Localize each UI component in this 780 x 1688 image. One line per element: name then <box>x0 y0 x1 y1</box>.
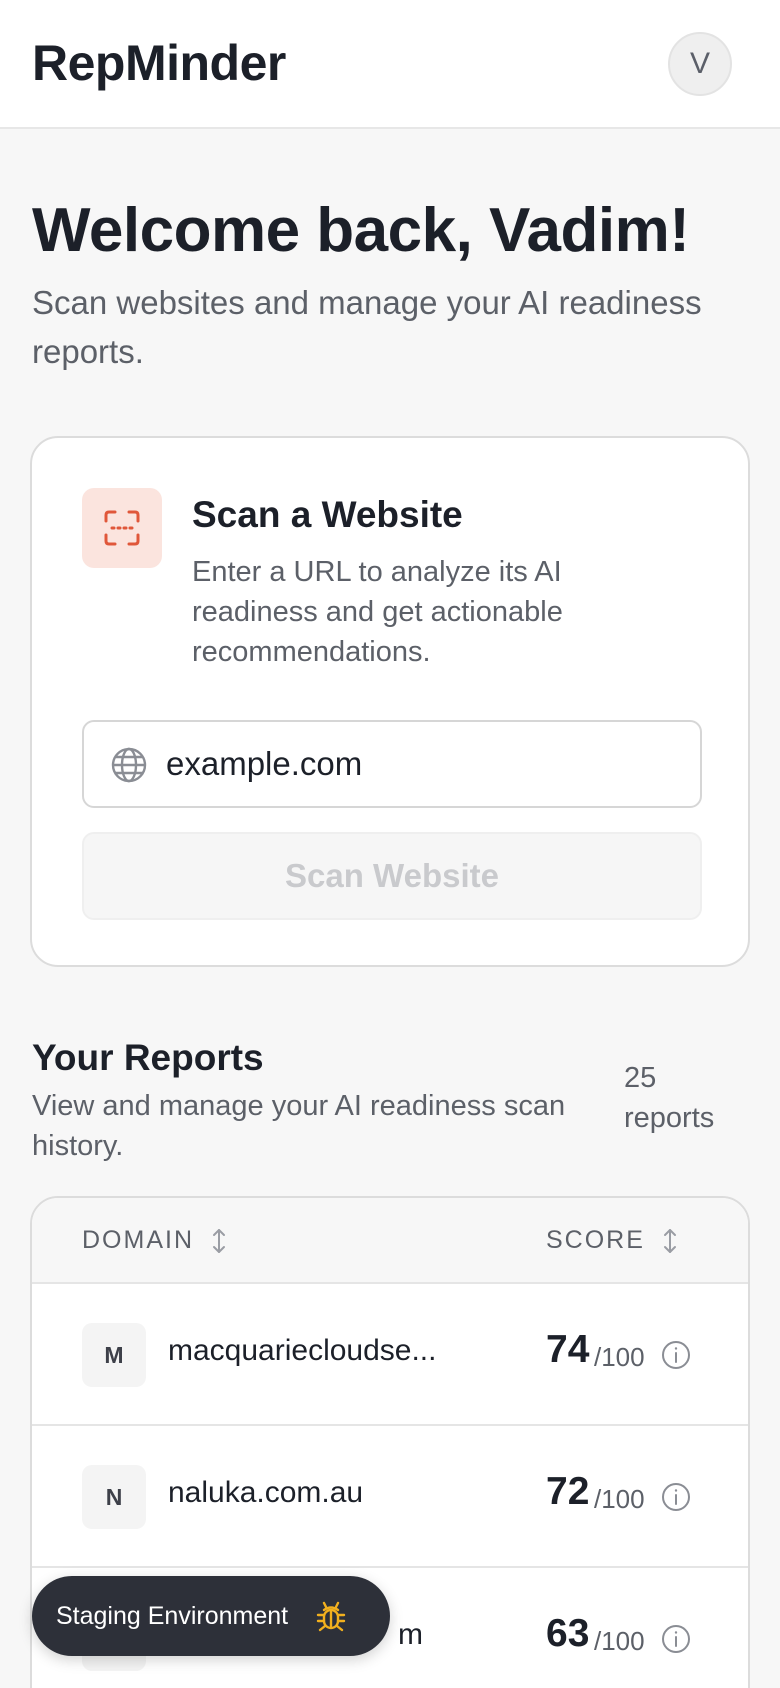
info-icon[interactable] <box>660 1481 692 1513</box>
column-header-domain-label: DOMAIN <box>82 1226 194 1254</box>
score-value: 72 <box>546 1470 590 1513</box>
app-logo[interactable]: RepMinder <box>32 34 286 92</box>
scan-frame-icon <box>104 510 140 546</box>
score-max: /100 <box>594 1484 645 1514</box>
scan-icon-badge <box>82 488 162 568</box>
top-bar: RepMinder V <box>0 0 780 129</box>
score-value: 74 <box>546 1328 590 1371</box>
staging-environment-label: Staging Environment <box>56 1601 289 1630</box>
sort-icon <box>213 1228 225 1253</box>
reports-count: 25 reports <box>624 1062 715 1134</box>
url-input[interactable] <box>166 724 686 804</box>
info-icon[interactable] <box>660 1623 692 1655</box>
domain-name[interactable]: naluka.com.au <box>168 1476 363 1510</box>
scan-card-description: Enter a URL to analyze its AI readiness … <box>192 556 563 668</box>
score-max: /100 <box>594 1342 645 1372</box>
domain-name[interactable]: macquariecloudse... <box>168 1334 436 1368</box>
domain-initial-badge: M <box>82 1323 146 1387</box>
column-header-score[interactable]: SCORE <box>546 1226 677 1255</box>
user-avatar[interactable]: V <box>668 32 732 96</box>
scan-card-title: Scan a Website <box>192 494 463 535</box>
score-max: /100 <box>594 1626 645 1656</box>
column-header-domain[interactable]: DOMAIN <box>82 1226 226 1255</box>
reports-subtitle: View and manage your AI readiness scan h… <box>32 1090 566 1162</box>
sort-icon <box>663 1228 676 1253</box>
scan-website-card: Scan a Website Enter a URL to analyze it… <box>30 436 750 967</box>
url-input-container <box>82 720 702 808</box>
page-subtitle: Scan websites and manage your AI readine… <box>32 284 702 370</box>
score-value: 63 <box>546 1612 590 1655</box>
reports-title: Your Reports <box>32 1037 264 1078</box>
column-header-score-label: SCORE <box>546 1226 645 1254</box>
globe-icon <box>111 747 147 783</box>
table-row[interactable]: N naluka.com.au 72 /100 <box>32 1426 748 1568</box>
staging-environment-badge[interactable]: Staging Environment <box>32 1576 390 1656</box>
scan-website-button[interactable]: Scan Website <box>82 832 702 920</box>
bug-icon <box>316 1601 346 1632</box>
table-header: DOMAIN SCORE <box>32 1198 748 1284</box>
table-row[interactable]: M macquariecloudse... 74 /100 <box>32 1284 748 1426</box>
domain-name[interactable]: m <box>398 1618 423 1652</box>
info-icon[interactable] <box>660 1339 692 1371</box>
domain-initial-badge: N <box>82 1465 146 1529</box>
page-title: Welcome back, Vadim! <box>32 196 690 265</box>
